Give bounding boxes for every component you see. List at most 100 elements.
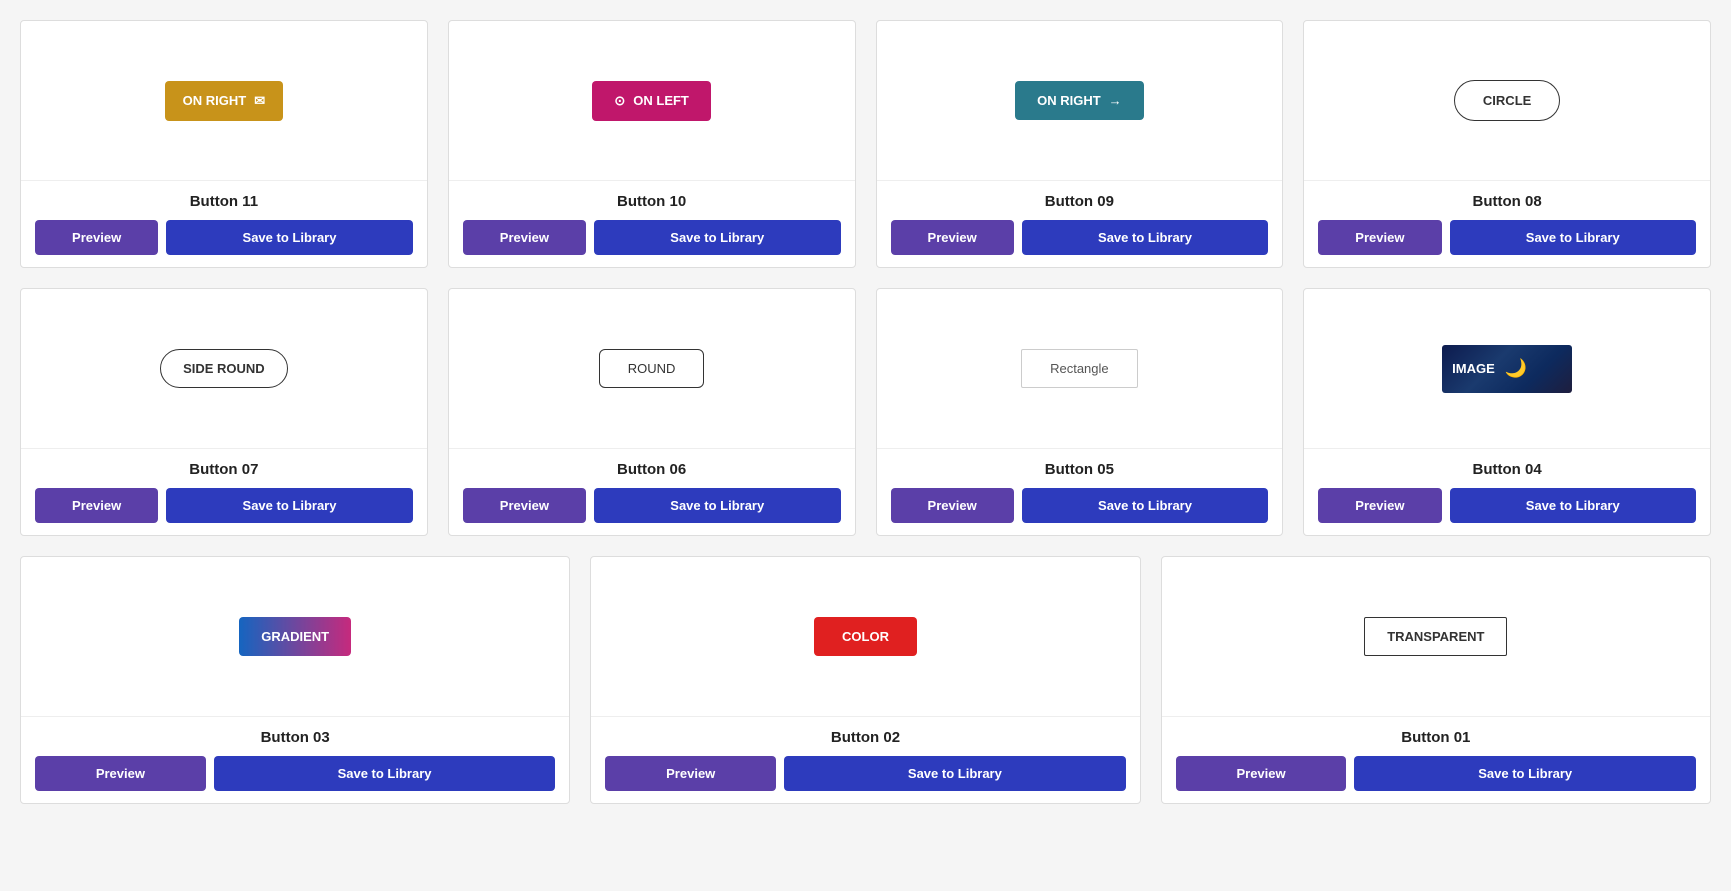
- card-title-btn02: Button 02: [605, 729, 1125, 746]
- preview-button-btn07: SIDE ROUND: [160, 349, 288, 388]
- preview-btn-btn03[interactable]: Preview: [35, 756, 206, 791]
- card-btn04: IMAGE 🌙 Button 04 Preview Save to Librar…: [1303, 288, 1711, 536]
- card-actions-btn08: Preview Save to Library: [1318, 220, 1696, 255]
- card-footer-btn11: Button 11 Preview Save to Library: [21, 181, 427, 267]
- card-btn08: CIRCLE Button 08 Preview Save to Library: [1303, 20, 1711, 268]
- preview-button-btn10: ⊙ ON LEFT: [592, 81, 711, 121]
- preview-label-btn04: IMAGE: [1452, 361, 1495, 376]
- card-title-btn07: Button 07: [35, 461, 413, 478]
- card-footer-btn03: Button 03 Preview Save to Library: [21, 717, 569, 803]
- play-icon: ⊙: [614, 93, 625, 109]
- card-actions-btn10: Preview Save to Library: [463, 220, 841, 255]
- card-actions-btn07: Preview Save to Library: [35, 488, 413, 523]
- save-btn-btn08[interactable]: Save to Library: [1450, 220, 1697, 255]
- preview-button-btn01: TRANSPARENT: [1364, 617, 1507, 656]
- preview-button-btn03: GRADIENT: [239, 617, 351, 656]
- card-footer-btn04: Button 04 Preview Save to Library: [1304, 449, 1710, 535]
- card-preview-btn10: ⊙ ON LEFT: [449, 21, 855, 181]
- save-btn-btn09[interactable]: Save to Library: [1022, 220, 1269, 255]
- mail-icon: ✉: [254, 93, 265, 109]
- save-btn-btn03[interactable]: Save to Library: [214, 756, 556, 791]
- card-preview-btn02: COLOR: [591, 557, 1139, 717]
- image-preview-container: IMAGE 🌙: [1442, 345, 1572, 393]
- row-1: ON RIGHT ✉ Button 11 Preview Save to Lib…: [20, 20, 1711, 268]
- preview-btn-btn01[interactable]: Preview: [1176, 756, 1347, 791]
- card-actions-btn04: Preview Save to Library: [1318, 488, 1696, 523]
- preview-label-btn09: ON RIGHT: [1037, 93, 1101, 108]
- preview-button-btn06: ROUND: [599, 349, 705, 388]
- preview-label-btn08: CIRCLE: [1483, 93, 1531, 108]
- preview-label-btn01: TRANSPARENT: [1387, 629, 1484, 644]
- preview-btn-btn11[interactable]: Preview: [35, 220, 158, 255]
- card-actions-btn09: Preview Save to Library: [891, 220, 1269, 255]
- card-btn09: ON RIGHT → Button 09 Preview Save to Lib…: [876, 20, 1284, 268]
- card-preview-btn09: ON RIGHT →: [877, 21, 1283, 181]
- card-title-btn03: Button 03: [35, 729, 555, 746]
- card-preview-btn06: ROUND: [449, 289, 855, 449]
- card-footer-btn06: Button 06 Preview Save to Library: [449, 449, 855, 535]
- preview-btn-btn02[interactable]: Preview: [605, 756, 776, 791]
- card-footer-btn02: Button 02 Preview Save to Library: [591, 717, 1139, 803]
- save-btn-btn06[interactable]: Save to Library: [594, 488, 841, 523]
- card-title-btn08: Button 08: [1318, 193, 1696, 210]
- card-preview-btn08: CIRCLE: [1304, 21, 1710, 181]
- save-btn-btn04[interactable]: Save to Library: [1450, 488, 1697, 523]
- card-title-btn06: Button 06: [463, 461, 841, 478]
- card-actions-btn03: Preview Save to Library: [35, 756, 555, 791]
- save-btn-btn11[interactable]: Save to Library: [166, 220, 413, 255]
- card-btn07: SIDE ROUND Button 07 Preview Save to Lib…: [20, 288, 428, 536]
- row-2: SIDE ROUND Button 07 Preview Save to Lib…: [20, 288, 1711, 536]
- card-btn11: ON RIGHT ✉ Button 11 Preview Save to Lib…: [20, 20, 428, 268]
- card-actions-btn05: Preview Save to Library: [891, 488, 1269, 523]
- card-footer-btn08: Button 08 Preview Save to Library: [1304, 181, 1710, 267]
- card-btn01: TRANSPARENT Button 01 Preview Save to Li…: [1161, 556, 1711, 804]
- card-footer-btn10: Button 10 Preview Save to Library: [449, 181, 855, 267]
- save-btn-btn10[interactable]: Save to Library: [594, 220, 841, 255]
- preview-btn-btn09[interactable]: Preview: [891, 220, 1014, 255]
- save-btn-btn02[interactable]: Save to Library: [784, 756, 1126, 791]
- card-preview-btn01: TRANSPARENT: [1162, 557, 1710, 717]
- preview-label-btn02: COLOR: [842, 629, 889, 644]
- preview-label-btn10: ON LEFT: [633, 93, 689, 108]
- card-actions-btn06: Preview Save to Library: [463, 488, 841, 523]
- card-preview-btn05: Rectangle: [877, 289, 1283, 449]
- preview-button-btn05: Rectangle: [1021, 349, 1138, 388]
- card-title-btn04: Button 04: [1318, 461, 1696, 478]
- card-footer-btn05: Button 05 Preview Save to Library: [877, 449, 1283, 535]
- card-preview-btn03: GRADIENT: [21, 557, 569, 717]
- card-title-btn05: Button 05: [891, 461, 1269, 478]
- card-actions-btn02: Preview Save to Library: [605, 756, 1125, 791]
- card-preview-btn11: ON RIGHT ✉: [21, 21, 427, 181]
- card-preview-btn07: SIDE ROUND: [21, 289, 427, 449]
- save-btn-btn01[interactable]: Save to Library: [1354, 756, 1696, 791]
- preview-btn-btn07[interactable]: Preview: [35, 488, 158, 523]
- card-btn06: ROUND Button 06 Preview Save to Library: [448, 288, 856, 536]
- card-btn02: COLOR Button 02 Preview Save to Library: [590, 556, 1140, 804]
- preview-label-btn05: Rectangle: [1050, 361, 1109, 376]
- card-title-btn11: Button 11: [35, 193, 413, 210]
- card-btn03: GRADIENT Button 03 Preview Save to Libra…: [20, 556, 570, 804]
- preview-label-btn06: ROUND: [628, 361, 676, 376]
- card-footer-btn09: Button 09 Preview Save to Library: [877, 181, 1283, 267]
- preview-btn-btn08[interactable]: Preview: [1318, 220, 1441, 255]
- arrow-icon: →: [1109, 93, 1122, 108]
- card-actions-btn01: Preview Save to Library: [1176, 756, 1696, 791]
- card-title-btn10: Button 10: [463, 193, 841, 210]
- preview-label-btn03: GRADIENT: [261, 629, 329, 644]
- preview-button-btn11: ON RIGHT ✉: [165, 81, 283, 121]
- row-3: GRADIENT Button 03 Preview Save to Libra…: [20, 556, 1711, 804]
- card-preview-btn04: IMAGE 🌙: [1304, 289, 1710, 449]
- moon-icon: 🌙: [1505, 358, 1527, 379]
- card-actions-btn11: Preview Save to Library: [35, 220, 413, 255]
- preview-button-btn09: ON RIGHT →: [1015, 81, 1144, 120]
- card-footer-btn07: Button 07 Preview Save to Library: [21, 449, 427, 535]
- preview-button-btn02: COLOR: [814, 617, 917, 656]
- preview-btn-btn10[interactable]: Preview: [463, 220, 586, 255]
- preview-btn-btn04[interactable]: Preview: [1318, 488, 1441, 523]
- preview-btn-btn05[interactable]: Preview: [891, 488, 1014, 523]
- preview-btn-btn06[interactable]: Preview: [463, 488, 586, 523]
- card-btn05: Rectangle Button 05 Preview Save to Libr…: [876, 288, 1284, 536]
- save-btn-btn05[interactable]: Save to Library: [1022, 488, 1269, 523]
- save-btn-btn07[interactable]: Save to Library: [166, 488, 413, 523]
- preview-button-btn08: CIRCLE: [1454, 80, 1560, 121]
